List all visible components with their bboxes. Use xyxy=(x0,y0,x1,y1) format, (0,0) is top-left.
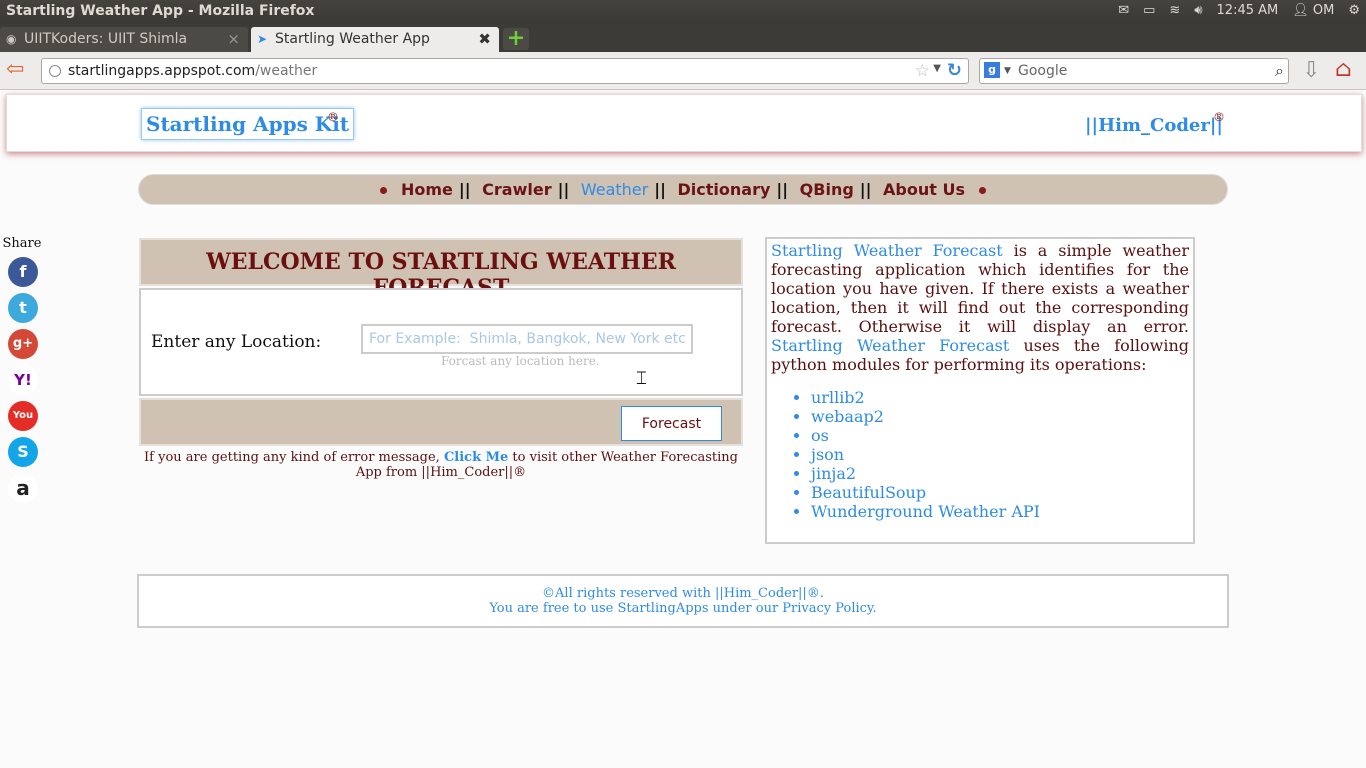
tab-startling-weather[interactable]: ➤ Startling Weather App ✖ xyxy=(251,27,499,52)
search-bar[interactable]: g ▼ Google ⌕ xyxy=(979,58,1289,84)
button-row: Forecast xyxy=(139,398,743,446)
menu-item-dictionary[interactable]: Dictionary xyxy=(678,180,771,199)
list-item[interactable]: BeautifulSoup xyxy=(811,483,1189,502)
list-item[interactable]: json xyxy=(811,445,1189,464)
volume-icon[interactable]: 🔊︎ xyxy=(1194,3,1202,18)
new-tab-button[interactable]: + xyxy=(503,27,529,50)
tab-bar: ◉ UIITKoders: UIIT Shimla × ➤ Startling … xyxy=(0,24,1366,52)
list-item[interactable]: webaap2 xyxy=(811,407,1189,426)
url-path: /weather xyxy=(255,63,318,79)
menu-item-about-us[interactable]: About Us xyxy=(883,180,965,199)
menu-bullet-icon xyxy=(978,187,986,194)
back-arrow-icon[interactable]: ⇦ xyxy=(6,59,24,81)
search-placeholder: Google xyxy=(1018,63,1068,79)
menu-item-home[interactable]: Home xyxy=(401,180,453,199)
site-header: Startling Apps Kit ® ||Him_Coder|| ® xyxy=(6,94,1362,152)
navigation-bar: ⇦ startlingapps.appspot.com/weather ☆ ▼ … xyxy=(0,52,1366,90)
settings-gear-icon[interactable]: ⚙ xyxy=(1348,3,1360,18)
home-icon[interactable]: ⌂ xyxy=(1335,57,1352,82)
registered-mark: ® xyxy=(1213,110,1225,124)
info-description: Startling Weather Forecast is a simple w… xyxy=(771,241,1189,374)
favicon-icon: ◉ xyxy=(6,32,17,46)
error-text-before: If you are getting any kind of error mes… xyxy=(144,450,444,465)
registered-mark: ® xyxy=(327,110,339,124)
info-panel: Startling Weather Forecast is a simple w… xyxy=(765,237,1195,544)
user-menu[interactable]: 👤︎ OM xyxy=(1292,3,1334,18)
welcome-banner: WELCOME TO STARTLING WEATHER FORECAST xyxy=(139,238,743,301)
youtube-icon[interactable]: You xyxy=(8,401,38,431)
tab-uiitkoders[interactable]: ◉ UIITKoders: UIIT Shimla × xyxy=(0,27,248,52)
location-form: Enter any Location: Forcast any location… xyxy=(139,288,743,396)
favicon-arrow-icon: ➤ xyxy=(257,32,268,46)
site-brand-link[interactable]: Startling Apps Kit xyxy=(141,108,355,140)
bookmark-star-icon[interactable]: ☆ xyxy=(915,61,930,81)
page-content: Startling Apps Kit ® ||Him_Coder|| ® Hom… xyxy=(0,90,1366,768)
url-host: startlingapps.appspot.com xyxy=(68,63,256,79)
wifi-icon[interactable]: ≋ xyxy=(1169,3,1180,18)
list-item[interactable]: os xyxy=(811,426,1189,445)
footer-privacy[interactable]: You are free to use StartlingApps under … xyxy=(139,601,1227,616)
close-tab-icon[interactable]: ✖ xyxy=(478,30,491,48)
author-link[interactable]: ||Him_Coder|| xyxy=(1085,115,1223,136)
app-name-link[interactable]: Startling Weather Forecast xyxy=(771,241,1003,260)
battery-icon[interactable]: ▭ xyxy=(1143,3,1155,18)
globe-icon xyxy=(49,65,61,77)
share-sidebar: Share f t g+ Y! You S a xyxy=(0,236,44,503)
user-name: OM xyxy=(1312,3,1335,18)
main-menu: Home || Crawler || Weather || Dictionary || … xyxy=(138,174,1228,205)
engine-dropdown-icon[interactable]: ▼ xyxy=(1004,66,1011,76)
url-bar[interactable]: startlingapps.appspot.com/weather ☆ ▼ ↻ xyxy=(41,58,969,84)
list-item[interactable]: urllib2 xyxy=(811,388,1189,407)
yahoo-icon[interactable]: Y! xyxy=(8,365,38,395)
menu-item-crawler[interactable]: Crawler xyxy=(482,180,551,199)
system-tray: ✉ ▭ ≋ 🔊︎ 12:45 AM 👤︎ OM ⚙ xyxy=(1118,3,1360,18)
click-me-link[interactable]: Click Me xyxy=(444,450,508,465)
list-item[interactable]: jinja2 xyxy=(811,464,1189,483)
app-name-link[interactable]: Startling Weather Forecast xyxy=(771,336,1009,355)
amazon-icon[interactable]: a xyxy=(8,473,38,503)
reload-icon[interactable]: ↻ xyxy=(947,60,962,81)
google-engine-icon[interactable]: g xyxy=(984,62,1000,78)
close-tab-icon[interactable]: × xyxy=(227,30,240,48)
forecast-button[interactable]: Forecast xyxy=(621,406,722,441)
list-item[interactable]: Wunderground Weather API xyxy=(811,502,1189,521)
tab-label: Startling Weather App xyxy=(275,31,430,47)
clock[interactable]: 12:45 AM xyxy=(1217,3,1279,18)
os-top-bar: Startling Weather App - Mozilla Firefox … xyxy=(0,0,1366,24)
skype-icon[interactable]: S xyxy=(8,437,38,467)
menu-item-qbing[interactable]: QBing xyxy=(800,180,854,199)
google-plus-icon[interactable]: g+ xyxy=(8,329,38,359)
location-input[interactable] xyxy=(361,324,693,354)
download-icon[interactable]: ⇩ xyxy=(1302,58,1320,83)
window-title: Startling Weather App - Mozilla Firefox xyxy=(6,3,315,19)
menu-bullet-icon xyxy=(380,187,388,194)
twitter-icon[interactable]: t xyxy=(8,293,38,323)
tab-label: UIITKoders: UIIT Shimla xyxy=(24,31,188,47)
site-footer: ©All rights reserved with ||Him_Coder||®… xyxy=(137,574,1229,628)
location-label: Enter any Location: xyxy=(151,332,322,352)
facebook-icon[interactable]: f xyxy=(8,257,38,287)
share-title: Share xyxy=(2,236,42,251)
mouse-cursor-icon: ⌶ xyxy=(636,368,647,389)
error-note: If you are getting any kind of error mes… xyxy=(139,450,743,480)
history-dropdown-icon[interactable]: ▼ xyxy=(933,63,941,74)
location-hint: Forcast any location here. xyxy=(441,354,600,368)
search-icon[interactable]: ⌕ xyxy=(1275,61,1284,81)
module-list: urllib2 webaap2 os json jinja2 Beautiful… xyxy=(811,388,1189,521)
mail-icon[interactable]: ✉ xyxy=(1118,3,1129,18)
menu-item-weather[interactable]: Weather xyxy=(581,180,648,199)
footer-copyright: ©All rights reserved with ||Him_Coder||®… xyxy=(542,586,824,601)
